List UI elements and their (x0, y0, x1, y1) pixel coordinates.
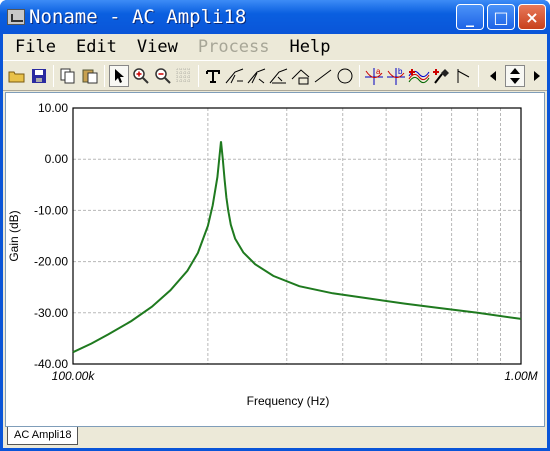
status-bar: AC Ampli18 (3, 427, 547, 448)
copy-icon[interactable] (58, 65, 78, 87)
x-tick-label: 100.00k (52, 369, 96, 383)
plot-area[interactable]: 10.00 0.00 -10.00 -20.00 -30.00 -40.00 100.00… (5, 92, 545, 427)
add-curve-icon[interactable] (408, 65, 430, 87)
app-window: Noname - AC Ampli18 _ □ × File Edit View… (0, 0, 550, 451)
title-bar[interactable]: Noname - AC Ampli18 _ □ × (0, 0, 550, 34)
toolbar-separator (198, 64, 200, 87)
curve-tool-2-icon[interactable] (247, 65, 267, 87)
grid-icon[interactable] (175, 65, 195, 87)
close-icon: × (525, 7, 539, 27)
text-icon[interactable] (203, 65, 223, 87)
circle-icon[interactable] (335, 65, 355, 87)
close-button[interactable]: × (518, 4, 546, 30)
y-tick-label: -10.00 (34, 203, 68, 217)
zoom-in-icon[interactable] (131, 65, 151, 87)
menu-process[interactable]: Process (188, 37, 280, 57)
gain-chart[interactable]: 10.000.00-10.00-20.00-30.00-40.00 100.00… (6, 93, 546, 427)
toolbar-separator (103, 64, 105, 87)
angle-icon[interactable] (454, 65, 474, 87)
grid-lines (73, 107, 521, 365)
open-icon[interactable] (7, 65, 27, 87)
window-title: Noname - AC Ampli18 (29, 6, 247, 28)
toolbar-separator (52, 64, 54, 87)
svg-text:a: a (376, 67, 381, 76)
paste-icon[interactable] (80, 65, 100, 87)
maximize-icon: □ (493, 7, 509, 27)
sheet-tab[interactable]: AC Ampli18 (7, 427, 79, 445)
zoom-out-icon[interactable] (153, 65, 173, 87)
toolbar: a b (3, 60, 547, 91)
minimize-button[interactable]: _ (456, 4, 484, 30)
maximize-button[interactable]: □ (487, 4, 515, 30)
curve-tool-3-icon[interactable] (269, 65, 289, 87)
menu-bar: File Edit View Process Help (3, 34, 547, 60)
cursor-b-icon[interactable]: b (386, 65, 406, 87)
menu-edit[interactable]: Edit (66, 37, 127, 57)
curve-tool-1-icon[interactable] (225, 65, 245, 87)
x-axis-label: Frequency (Hz) (247, 394, 330, 408)
gain-curve (72, 141, 522, 354)
scroll-updown-icon[interactable] (504, 64, 526, 87)
menu-help[interactable]: Help (280, 37, 341, 57)
y-tick-label: 0.00 (45, 152, 69, 166)
y-tick-labels: 10.000.00-10.00-20.00-30.00-40.00 (34, 101, 68, 371)
curve-tool-4-icon[interactable] (291, 65, 311, 87)
app-icon (7, 9, 25, 25)
cursor-a-icon[interactable]: a (364, 65, 384, 87)
minimize-icon: _ (466, 7, 474, 27)
y-axis-label: Gain (dB) (7, 210, 21, 261)
y-tick-label: 10.00 (38, 101, 68, 115)
toolbar-separator (478, 64, 480, 87)
y-tick-label: -30.00 (34, 306, 68, 320)
x-tick-label: 1.00M (504, 369, 537, 383)
menu-view[interactable]: View (127, 37, 188, 57)
y-tick-label: -20.00 (34, 255, 68, 269)
svg-text:b: b (398, 67, 403, 76)
save-icon[interactable] (29, 65, 49, 87)
marker-icon[interactable] (432, 65, 452, 87)
scroll-left-icon[interactable] (483, 65, 503, 87)
toolbar-separator (359, 64, 361, 87)
client-area: File Edit View Process Help a b 10.00 0.… (3, 34, 547, 448)
pointer-icon[interactable] (108, 64, 129, 87)
line-icon[interactable] (313, 65, 333, 87)
menu-file[interactable]: File (5, 37, 66, 57)
scroll-right-icon[interactable] (527, 65, 547, 87)
x-tick-labels: 100.00k 1.00M (52, 369, 538, 383)
plot-frame (72, 107, 522, 365)
